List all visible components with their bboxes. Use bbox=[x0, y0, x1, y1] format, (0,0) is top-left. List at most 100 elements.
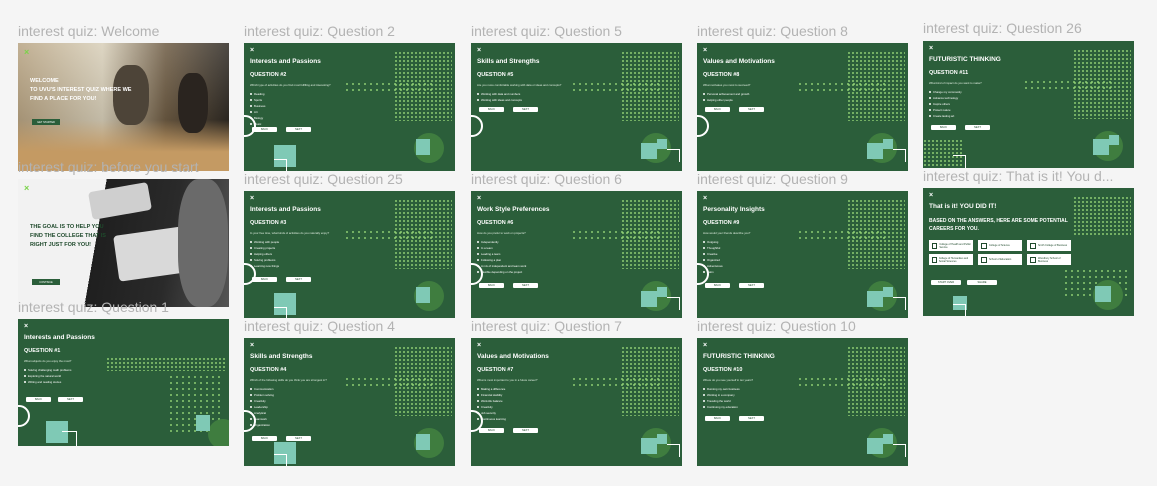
question-prompt: How do you prefer to work on projects? bbox=[477, 231, 526, 235]
frame-question-2[interactable]: × Interests and Passions QUESTION #2 Whi… bbox=[244, 43, 455, 171]
frame-before-you-start[interactable]: × THE GOAL IS TO HELP YOU FIND THE COLLE… bbox=[18, 179, 229, 307]
next-button[interactable]: NEXT bbox=[739, 283, 764, 288]
frame-that-is-it[interactable]: × That is it! YOU DID IT! BASED ON THE A… bbox=[923, 188, 1134, 316]
back-button[interactable]: BACK bbox=[705, 283, 730, 288]
close-icon[interactable]: × bbox=[703, 195, 707, 202]
next-button[interactable]: NEXT bbox=[58, 397, 83, 402]
close-icon[interactable]: × bbox=[929, 45, 933, 52]
options-list: Working with people Creating projects He… bbox=[250, 239, 279, 269]
back-button[interactable]: BACK bbox=[479, 107, 504, 112]
done-heading: BASED ON THE ANSWERS, HERE ARE SOME POTE… bbox=[929, 218, 1068, 232]
get-started-button[interactable]: GET STARTED bbox=[32, 119, 60, 125]
frame-label-q25: interest quiz: Question 25 bbox=[244, 171, 403, 187]
option-item[interactable]: Continuing my education bbox=[703, 404, 740, 410]
frame-question-4[interactable]: × Skills and Strengths QUESTION #4 Which… bbox=[244, 338, 455, 466]
options-list: Making a difference Financial stability … bbox=[477, 386, 506, 422]
next-button[interactable]: NEXT bbox=[286, 127, 311, 132]
option-item[interactable]: Writing and reading stories bbox=[24, 379, 71, 385]
frame-label-q10: interest quiz: Question 10 bbox=[697, 318, 856, 334]
career-card[interactable]: College of Science bbox=[978, 240, 1022, 251]
option-item[interactable]: Helping other people bbox=[703, 97, 749, 103]
career-card[interactable]: Smith College of Business bbox=[1027, 240, 1071, 251]
close-icon[interactable]: × bbox=[250, 342, 254, 349]
option-item[interactable]: Calm bbox=[703, 269, 723, 275]
option-item[interactable]: Continuous learning bbox=[477, 416, 506, 422]
section-title: FUTURISTIC THINKING bbox=[703, 353, 775, 360]
frame-question-7[interactable]: × Values and Motivations QUESTION #7 Wha… bbox=[471, 338, 682, 466]
back-button[interactable]: BACK bbox=[252, 277, 277, 282]
share-button[interactable]: SHARE bbox=[967, 280, 997, 285]
question-number: QUESTION #7 bbox=[477, 367, 514, 373]
back-button[interactable]: BACK bbox=[705, 416, 730, 421]
options-list: Outgoing Thoughtful Creative Organized A… bbox=[703, 239, 723, 275]
back-button[interactable]: BACK bbox=[479, 283, 504, 288]
question-number: QUESTION #2 bbox=[250, 72, 287, 78]
frame-question-8[interactable]: × Values and Motivations QUESTION #8 Wha… bbox=[697, 43, 908, 171]
frame-question-25[interactable]: × Interests and Passions QUESTION #3 In … bbox=[244, 191, 455, 318]
frame-label-q1: interest quiz: Question 1 bbox=[18, 299, 169, 315]
start-over-button[interactable]: START OVER bbox=[931, 280, 961, 285]
frame-question-1[interactable]: × Interests and Passions QUESTION #1 Wha… bbox=[18, 319, 229, 446]
options-list: Running my own business Working in a com… bbox=[703, 386, 740, 410]
next-button[interactable]: NEXT bbox=[286, 277, 311, 282]
section-title: Values and Motivations bbox=[703, 58, 775, 65]
next-button[interactable]: NEXT bbox=[513, 428, 538, 433]
section-title: Interests and Passions bbox=[24, 334, 95, 341]
career-card[interactable]: College of Health and Public Service bbox=[929, 240, 973, 251]
welcome-heading: WELCOME TO UVU'S INTEREST QUIZ WHERE WE … bbox=[30, 78, 132, 102]
question-prompt: What motivates you most to succeed? bbox=[703, 83, 751, 87]
close-icon[interactable]: × bbox=[477, 342, 481, 349]
question-prompt: What is most important to you in a futur… bbox=[477, 378, 538, 382]
career-card[interactable]: School of Education bbox=[978, 254, 1022, 265]
continue-button[interactable]: CONTINUE bbox=[32, 279, 60, 285]
back-button[interactable]: BACK bbox=[931, 125, 956, 130]
frame-question-5[interactable]: × Skills and Strengths QUESTION #5 Are y… bbox=[471, 43, 682, 171]
frame-label-q26: interest quiz: Question 26 bbox=[923, 20, 1082, 36]
option-item[interactable]: Flexible depending on the project bbox=[477, 269, 526, 275]
frame-welcome[interactable]: × WELCOME TO UVU'S INTEREST QUIZ WHERE W… bbox=[18, 43, 229, 171]
next-button[interactable]: NEXT bbox=[513, 107, 538, 112]
option-item[interactable]: Organization bbox=[250, 422, 274, 428]
close-icon[interactable]: × bbox=[24, 323, 28, 330]
question-number: QUESTION #10 bbox=[703, 367, 743, 373]
back-button[interactable]: BACK bbox=[705, 107, 730, 112]
frame-question-10[interactable]: × FUTURISTIC THINKING QUESTION #10 Where… bbox=[697, 338, 908, 466]
close-icon[interactable]: × bbox=[703, 342, 707, 349]
career-card[interactable]: College of Humanities and Social Science… bbox=[929, 254, 973, 265]
close-icon[interactable]: × bbox=[477, 47, 481, 54]
close-icon[interactable]: × bbox=[24, 47, 29, 57]
close-icon[interactable]: × bbox=[24, 183, 29, 193]
frame-question-26[interactable]: × FUTURISTIC THINKING QUESTION #11 What … bbox=[923, 41, 1134, 168]
frame-label-done: interest quiz: That is it! You d... bbox=[923, 168, 1114, 184]
frame-label-q8: interest quiz: Question 8 bbox=[697, 23, 848, 39]
close-icon[interactable]: × bbox=[477, 195, 481, 202]
next-button[interactable]: NEXT bbox=[286, 436, 311, 441]
option-item[interactable]: Create lasting art bbox=[929, 113, 962, 119]
options-list: Solving challenging math problems Explor… bbox=[24, 367, 71, 385]
question-prompt: Are you more comfortable working with da… bbox=[477, 83, 562, 87]
option-item[interactable]: Learning new things bbox=[250, 263, 279, 269]
back-button[interactable]: BACK bbox=[26, 397, 51, 402]
frame-question-9[interactable]: × Personality Insights QUESTION #9 How w… bbox=[697, 191, 908, 318]
next-button[interactable]: NEXT bbox=[739, 107, 764, 112]
back-button[interactable]: BACK bbox=[252, 127, 277, 132]
frame-question-6[interactable]: × Work Style Preferences QUESTION #6 How… bbox=[471, 191, 682, 318]
close-icon[interactable]: × bbox=[250, 47, 254, 54]
next-button[interactable]: NEXT bbox=[965, 125, 990, 130]
career-card[interactable]: Woodbury School of Business bbox=[1027, 254, 1071, 265]
option-item[interactable]: Working with ideas and concepts bbox=[477, 97, 522, 103]
question-number: QUESTION #4 bbox=[250, 367, 287, 373]
next-button[interactable]: NEXT bbox=[739, 416, 764, 421]
back-button[interactable]: BACK bbox=[479, 428, 504, 433]
college-icon bbox=[1030, 256, 1036, 263]
frame-label-q9: interest quiz: Question 9 bbox=[697, 171, 848, 187]
college-icon bbox=[981, 242, 987, 249]
close-icon[interactable]: × bbox=[703, 47, 707, 54]
options-list: Independently In a team Leading a team F… bbox=[477, 239, 526, 275]
section-title: Skills and Strengths bbox=[250, 353, 313, 360]
close-icon[interactable]: × bbox=[250, 195, 254, 202]
question-prompt: Where do you see yourself in ten years? bbox=[703, 378, 754, 382]
next-button[interactable]: NEXT bbox=[513, 283, 538, 288]
close-icon[interactable]: × bbox=[929, 192, 933, 199]
back-button[interactable]: BACK bbox=[252, 436, 277, 441]
